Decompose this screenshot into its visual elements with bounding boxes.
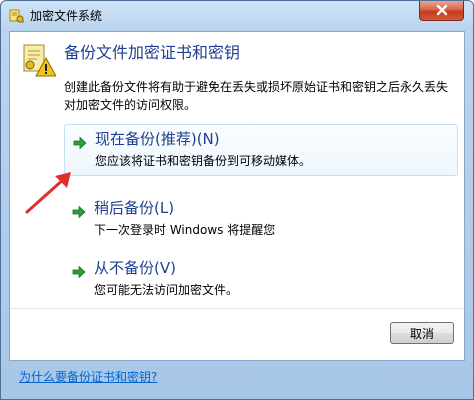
certificate-key-icon [9,8,25,24]
dialog-heading: 备份文件加密证书和密钥 [64,43,241,62]
option-subtitle: 您可能无法访问加密文件。 [94,283,239,297]
window-title: 加密文件系统 [30,9,103,23]
option-title: 稍后备份(L) [94,199,175,217]
option-title: 现在备份(推荐)(N) [95,130,220,148]
option-title: 从不备份(V) [94,259,176,277]
option-subtitle: 您应该将证书和密钥备份到可移动媒体。 [95,154,312,168]
option-never-backup[interactable]: 从不备份(V) 您可能无法访问加密文件。 [64,254,458,306]
annotation-arrow-icon [23,166,83,216]
certificate-warning-icon [20,42,57,78]
dialog-description: 创建此备份文件将有助于避免在丢失或损坏原始证书和密钥之后永久丢失对加密文件的访问… [64,80,449,112]
title-bar[interactable]: 加密文件系统 [1,1,473,31]
dialog-window: 加密文件系统 备份文件加密证书和密钥 创建此备份文件将有助于避免在丢失或损坏原始… [0,0,474,400]
help-link[interactable]: 为什么要备份证书和密钥? [19,369,157,385]
cancel-button[interactable]: 取消 [390,322,454,344]
option-backup-later[interactable]: 稍后备份(L) 下一次登录时 Windows 将提醒您 [64,194,458,246]
option-subtitle: 下一次登录时 Windows 将提醒您 [94,223,276,237]
green-arrow-icon [72,264,86,279]
option-backup-now[interactable]: 现在备份(推荐)(N) 您应该将证书和密钥备份到可移动媒体。 [64,124,458,176]
close-icon [435,1,449,20]
green-arrow-icon [73,135,87,150]
divider [10,308,464,309]
close-button[interactable] [419,1,464,21]
